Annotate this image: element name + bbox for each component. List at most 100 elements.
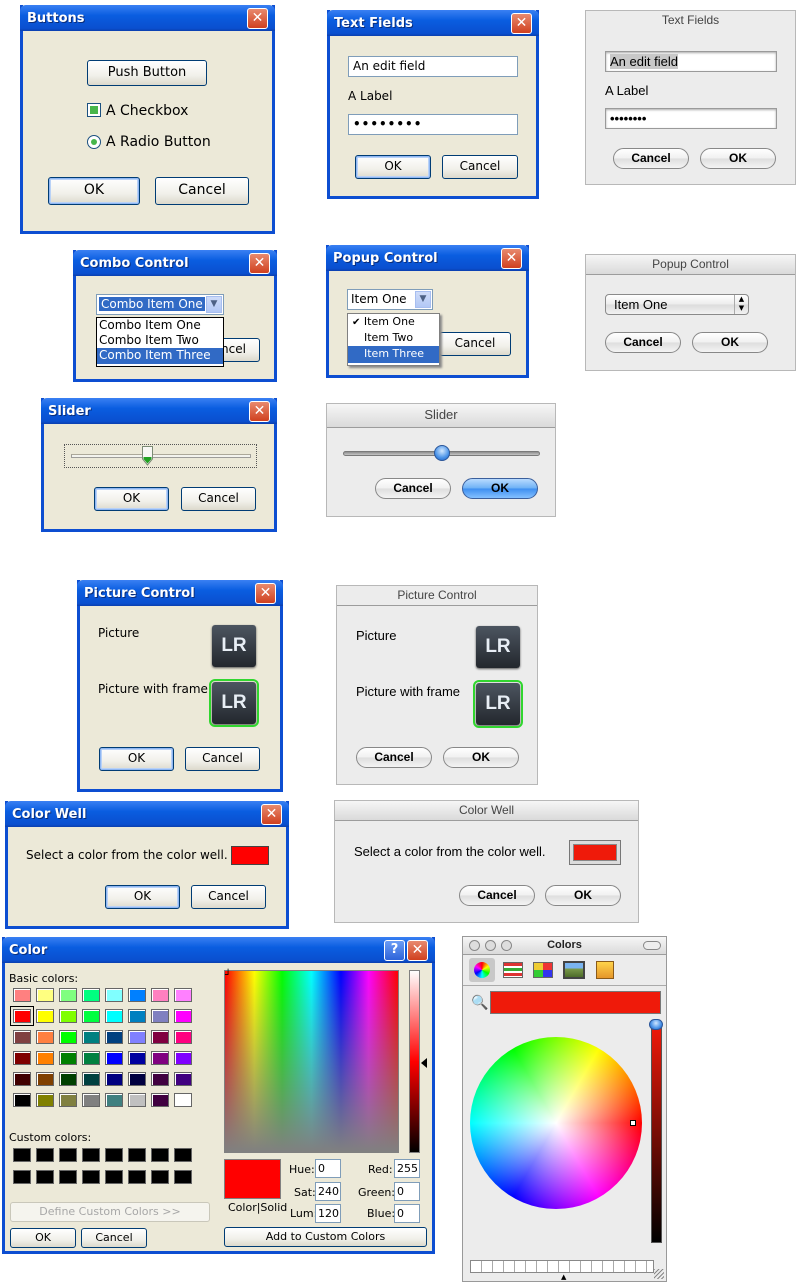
- combo-item[interactable]: Combo Item Three: [97, 348, 223, 364]
- combo-box[interactable]: Combo Item One: [96, 294, 224, 315]
- toolbar-toggle-icon[interactable]: [643, 941, 661, 950]
- ok-button[interactable]: OK: [355, 155, 431, 179]
- color-sliders-tab-icon[interactable]: [503, 962, 523, 978]
- basic-color-swatch[interactable]: [174, 1072, 192, 1086]
- basic-color-swatch[interactable]: [59, 1093, 77, 1107]
- zoom-icon[interactable]: [501, 940, 512, 951]
- basic-color-swatch[interactable]: [82, 988, 100, 1002]
- color-wheel[interactable]: [470, 1037, 642, 1209]
- cancel-button[interactable]: Cancel: [191, 885, 266, 909]
- basic-color-swatch[interactable]: [151, 1009, 169, 1023]
- ok-button[interactable]: OK: [443, 747, 519, 768]
- custom-color-swatch[interactable]: [13, 1148, 31, 1162]
- color-palettes-tab-icon[interactable]: [533, 962, 553, 978]
- basic-color-swatch[interactable]: [128, 1051, 146, 1065]
- custom-color-swatch[interactable]: [174, 1170, 192, 1184]
- slider-thumb[interactable]: [141, 446, 153, 466]
- help-icon[interactable]: ?: [384, 940, 405, 961]
- cancel-button[interactable]: Cancel: [375, 478, 451, 499]
- color-wheel-tab-icon[interactable]: [469, 958, 495, 982]
- sat-field[interactable]: 240: [315, 1182, 341, 1201]
- basic-color-swatch[interactable]: [174, 1030, 192, 1044]
- custom-color-swatch[interactable]: [174, 1148, 192, 1162]
- color-swatches-row[interactable]: [470, 1260, 654, 1273]
- image-palettes-tab-icon[interactable]: [563, 961, 585, 979]
- crayons-tab-icon[interactable]: [596, 961, 614, 979]
- basic-color-swatch[interactable]: [59, 1072, 77, 1086]
- hue-field[interactable]: 0: [315, 1159, 341, 1178]
- basic-color-swatch[interactable]: [13, 1072, 31, 1086]
- popup-item[interactable]: Item Three: [348, 346, 439, 363]
- radio-label[interactable]: A Radio Button: [106, 134, 211, 150]
- cancel-button[interactable]: Cancel: [155, 177, 249, 205]
- lum-field[interactable]: 120: [315, 1204, 341, 1223]
- basic-color-swatch[interactable]: [59, 1030, 77, 1044]
- add-to-custom-colors-button[interactable]: Add to Custom Colors: [224, 1227, 427, 1247]
- close-icon[interactable]: ✕: [407, 940, 428, 961]
- resize-grip-icon[interactable]: [654, 1269, 664, 1279]
- cancel-button[interactable]: Cancel: [81, 1228, 147, 1248]
- color-spectrum[interactable]: ┘: [224, 970, 399, 1153]
- basic-color-swatch[interactable]: [151, 1030, 169, 1044]
- close-icon[interactable]: ✕: [247, 8, 268, 29]
- ok-button[interactable]: OK: [99, 747, 174, 771]
- basic-color-swatch[interactable]: [105, 1009, 123, 1023]
- basic-color-swatch[interactable]: [82, 1093, 100, 1107]
- luminance-bar[interactable]: [409, 970, 420, 1153]
- custom-color-swatch[interactable]: [105, 1148, 123, 1162]
- radio-button[interactable]: [87, 135, 101, 149]
- basic-color-swatch[interactable]: [174, 988, 192, 1002]
- combo-item[interactable]: Combo Item One: [97, 318, 223, 333]
- cancel-button[interactable]: Cancel: [439, 332, 511, 356]
- basic-color-swatch[interactable]: [105, 1030, 123, 1044]
- custom-color-swatch[interactable]: [151, 1170, 169, 1184]
- cancel-button[interactable]: Cancel: [613, 148, 689, 169]
- basic-color-swatch[interactable]: [128, 1009, 146, 1023]
- ok-button[interactable]: OK: [692, 332, 768, 353]
- basic-color-swatch[interactable]: [128, 1072, 146, 1086]
- ok-button[interactable]: OK: [10, 1228, 76, 1248]
- ok-button[interactable]: OK: [700, 148, 776, 169]
- custom-color-swatch[interactable]: [128, 1170, 146, 1184]
- current-color-swatch[interactable]: [490, 991, 661, 1014]
- basic-color-swatch[interactable]: [82, 1009, 100, 1023]
- basic-color-swatch[interactable]: [128, 1093, 146, 1107]
- green-field[interactable]: 0: [394, 1182, 420, 1201]
- slider-track[interactable]: [71, 454, 251, 458]
- basic-color-swatch[interactable]: [36, 988, 54, 1002]
- basic-color-swatch[interactable]: [36, 1051, 54, 1065]
- custom-color-swatch[interactable]: [151, 1148, 169, 1162]
- custom-color-swatch[interactable]: [59, 1148, 77, 1162]
- popup-item[interactable]: ✔ Item One: [348, 314, 439, 330]
- ok-button[interactable]: OK: [105, 885, 180, 909]
- brightness-slider[interactable]: [651, 1025, 662, 1243]
- basic-color-swatch[interactable]: [128, 1030, 146, 1044]
- basic-color-swatch[interactable]: [174, 1051, 192, 1065]
- basic-color-swatch[interactable]: [13, 1030, 31, 1044]
- popup-button[interactable]: Item One ▲ ▼: [605, 294, 749, 315]
- cancel-button[interactable]: Cancel: [605, 332, 681, 353]
- basic-color-swatch[interactable]: [59, 1009, 77, 1023]
- custom-color-swatch[interactable]: [13, 1170, 31, 1184]
- minimize-icon[interactable]: [485, 940, 496, 951]
- basic-color-swatch[interactable]: [36, 1093, 54, 1107]
- color-well[interactable]: [231, 846, 269, 865]
- basic-color-swatch[interactable]: [36, 1072, 54, 1086]
- basic-color-swatch[interactable]: [36, 1030, 54, 1044]
- basic-color-swatch[interactable]: [82, 1051, 100, 1065]
- push-button[interactable]: Push Button: [87, 60, 207, 86]
- blue-field[interactable]: 0: [394, 1204, 420, 1223]
- basic-color-swatch[interactable]: [36, 1009, 54, 1023]
- define-custom-colors-button[interactable]: Define Custom Colors >>: [10, 1202, 210, 1222]
- close-icon[interactable]: ✕: [249, 253, 270, 274]
- basic-color-swatch[interactable]: [151, 988, 169, 1002]
- password-field[interactable]: ••••••••: [348, 114, 518, 135]
- basic-color-swatch[interactable]: [105, 988, 123, 1002]
- basic-color-swatch[interactable]: [151, 1072, 169, 1086]
- password-field[interactable]: ••••••••: [605, 108, 777, 129]
- chevron-down-icon[interactable]: ▼: [415, 291, 431, 308]
- custom-color-swatch[interactable]: [36, 1148, 54, 1162]
- popup-item[interactable]: Item Two: [348, 330, 439, 346]
- edit-field[interactable]: An edit field: [348, 56, 518, 77]
- basic-color-swatch[interactable]: [82, 1030, 100, 1044]
